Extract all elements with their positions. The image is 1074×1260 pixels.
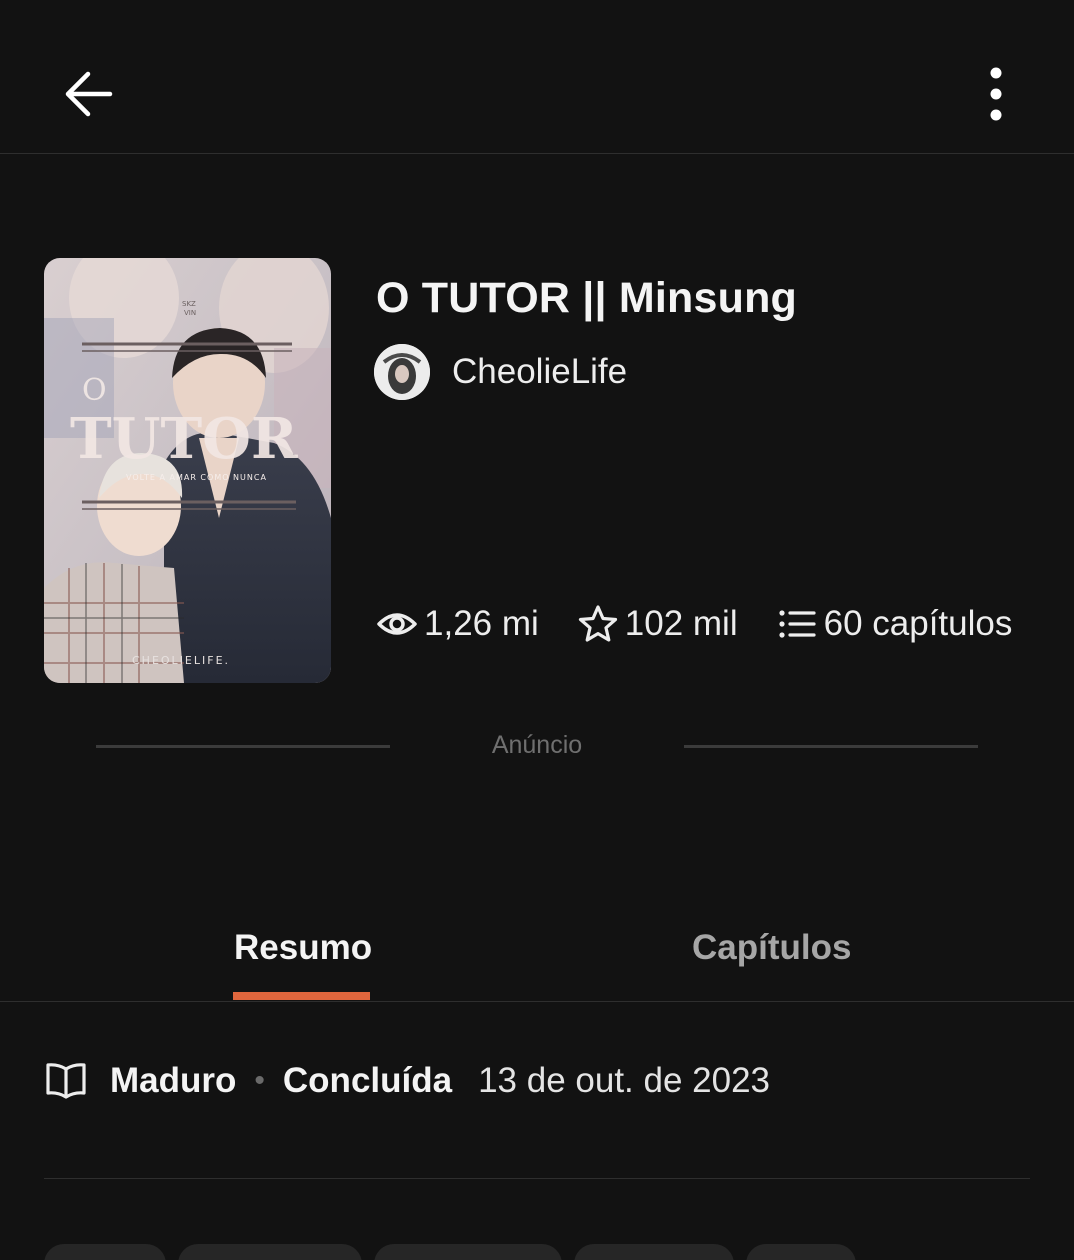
- arrow-left-icon: [65, 71, 113, 117]
- svg-text:VIN: VIN: [184, 309, 196, 317]
- cover-credit: CHEOLIELIFE.: [132, 654, 230, 667]
- meta-separator: •: [254, 1064, 265, 1097]
- story-details-screen: O TUTOR VOLTE A AMAR COMO NUNCA SKZ VIN …: [0, 0, 1074, 1260]
- votes-stat: 102 mil: [577, 603, 738, 645]
- cover-image: O TUTOR VOLTE A AMAR COMO NUNCA SKZ VIN …: [44, 258, 331, 683]
- story-cover[interactable]: O TUTOR VOLTE A AMAR COMO NUNCA SKZ VIN …: [44, 258, 331, 683]
- story-title: O TUTOR || Minsung: [376, 274, 798, 322]
- tag-chip[interactable]: [374, 1244, 562, 1260]
- cover-tagline: VOLTE A AMAR COMO NUNCA: [126, 473, 267, 482]
- parts-stat: 60 capítulos: [776, 603, 1013, 645]
- star-icon: [578, 605, 617, 642]
- tab-capitulos[interactable]: Capítulos: [692, 928, 851, 968]
- active-tab-indicator: [233, 992, 370, 1000]
- tab-resumo[interactable]: Resumo: [234, 928, 372, 968]
- story-meta: Maduro • Concluída 13 de out. de 2023: [44, 1056, 770, 1106]
- story-stats: 1,26 mi 102 mil 60 capítulos: [376, 598, 1012, 650]
- section-divider: [44, 1178, 1030, 1179]
- parts-count: 60 capítulos: [823, 604, 1013, 643]
- author-name: CheolieLife: [452, 352, 628, 391]
- eye-icon: [377, 613, 417, 635]
- author-avatar: [374, 344, 430, 400]
- views-count: 1,26 mi: [424, 604, 539, 643]
- more-options-button[interactable]: [966, 58, 1026, 130]
- ad-divider-left: [96, 745, 390, 748]
- votes-count: 102 mil: [624, 604, 738, 643]
- tag-chip[interactable]: [746, 1244, 856, 1260]
- top-app-bar: [0, 0, 1074, 154]
- tab-bar: Resumo Capítulos: [0, 910, 1074, 1002]
- cover-title: TUTOR: [70, 406, 298, 472]
- tag-chip[interactable]: [178, 1244, 362, 1260]
- back-button[interactable]: [52, 58, 124, 130]
- publish-date: 13 de out. de 2023: [478, 1061, 771, 1100]
- cover-prefix: O: [82, 373, 107, 408]
- svg-text:SKZ: SKZ: [182, 300, 196, 308]
- ad-label: Anúncio: [491, 731, 583, 759]
- ad-divider-right: [684, 745, 978, 748]
- mature-label: Maduro: [110, 1061, 237, 1100]
- book-open-icon: [46, 1063, 86, 1099]
- tag-chip[interactable]: [574, 1244, 734, 1260]
- more-vertical-icon: [990, 67, 1002, 121]
- views-stat: 1,26 mi: [376, 603, 539, 645]
- completion-status: Concluída: [282, 1061, 453, 1100]
- author-link[interactable]: CheolieLife: [374, 344, 627, 400]
- tag-chip[interactable]: [44, 1244, 166, 1260]
- list-icon: [779, 610, 816, 638]
